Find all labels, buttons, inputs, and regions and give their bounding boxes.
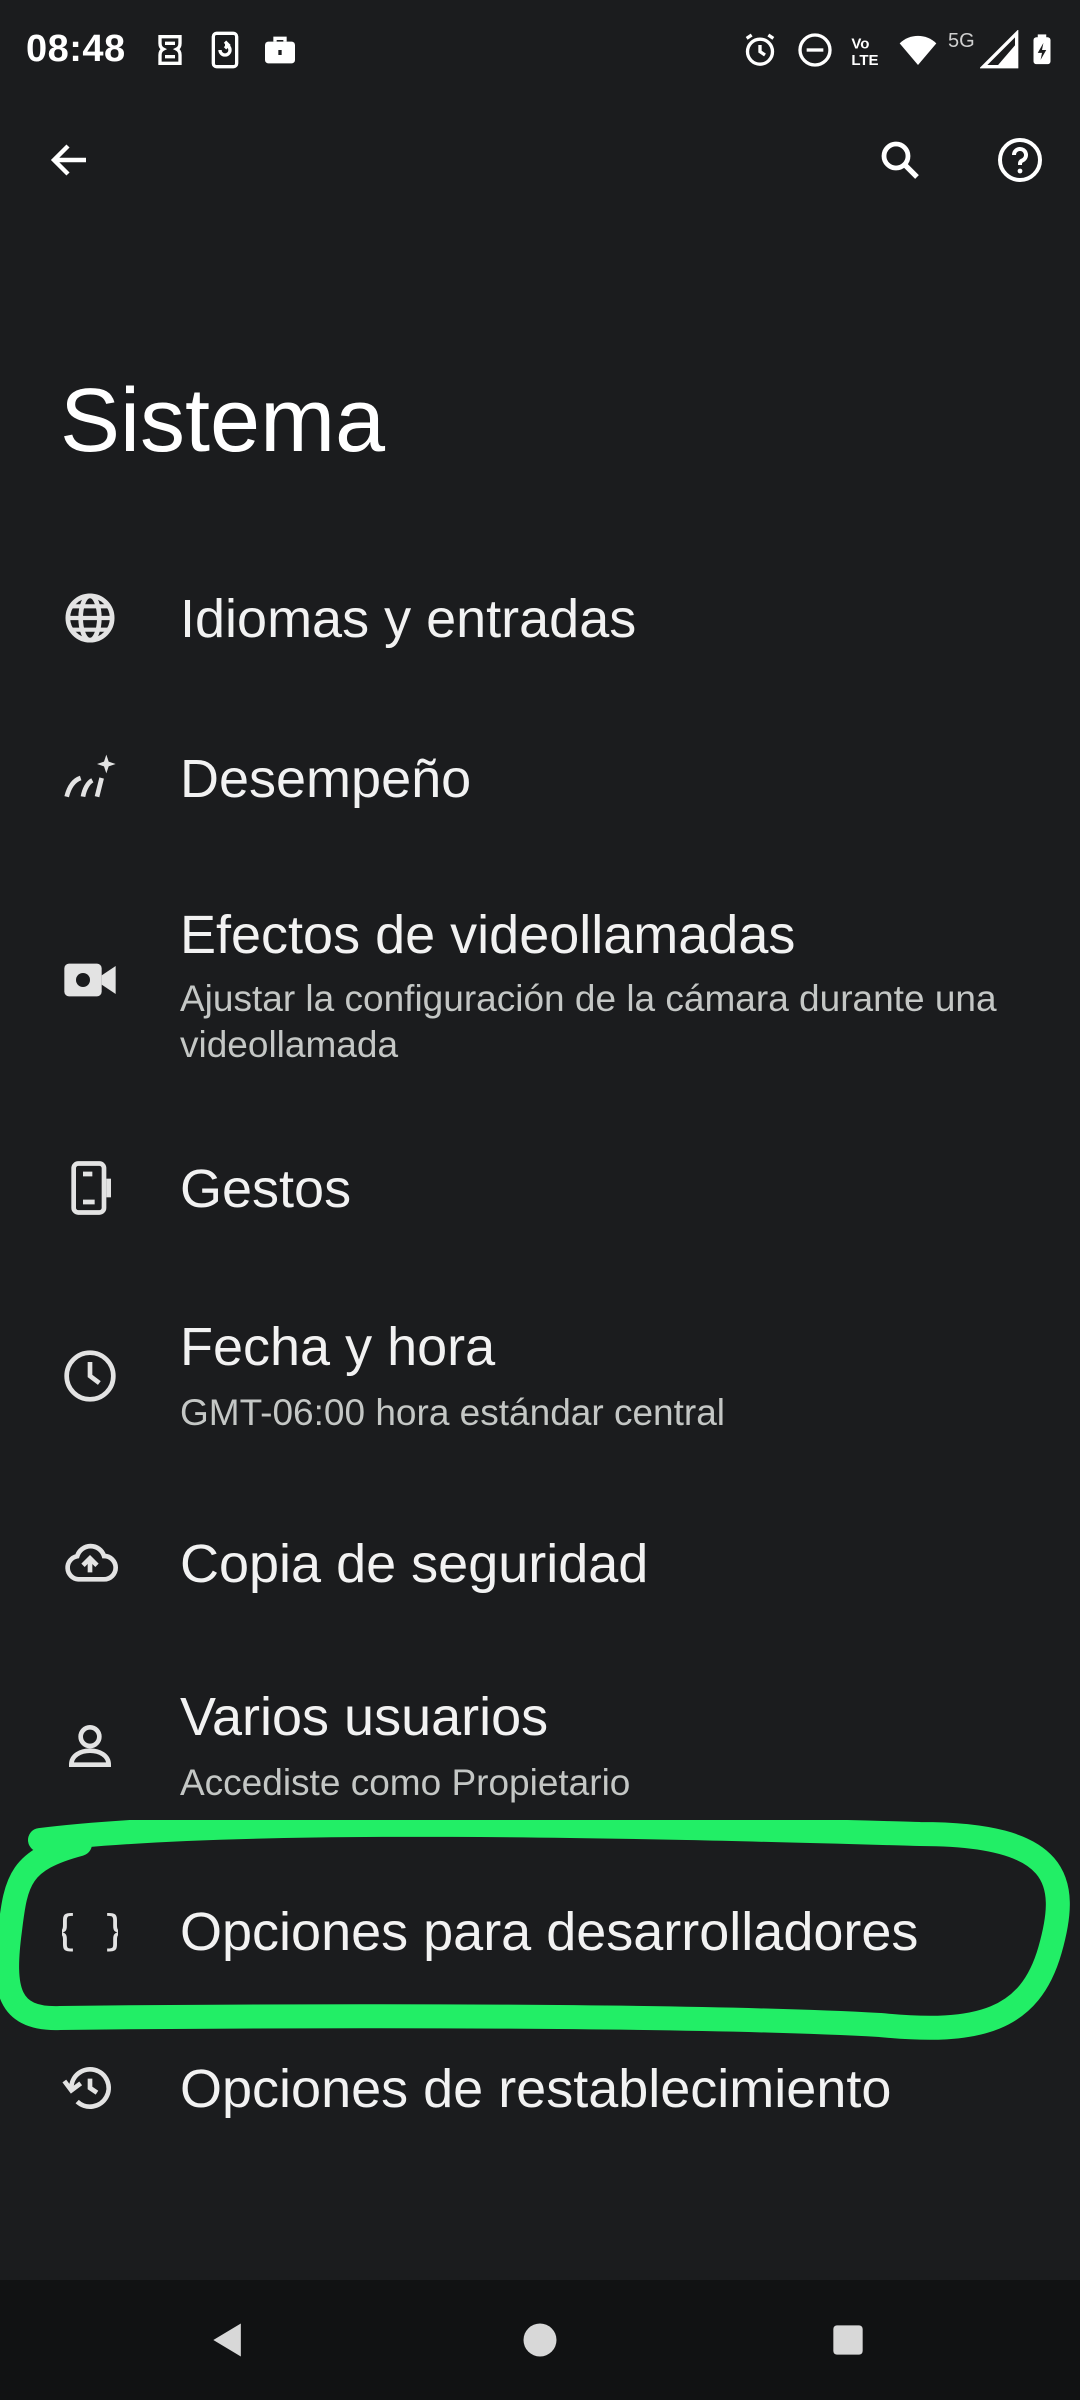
search-button[interactable]: [860, 120, 940, 200]
briefcase-icon: [260, 30, 300, 70]
settings-item-title: Gestos: [180, 1159, 352, 1219]
performance-icon: [56, 744, 124, 812]
nav-recents-button[interactable]: [808, 2300, 888, 2380]
settings-item-title: Idiomas y entradas: [180, 589, 637, 649]
nav-home-button[interactable]: [500, 2300, 580, 2380]
settings-item-backup[interactable]: Copia de seguridad: [0, 1505, 1080, 1625]
back-button[interactable]: [30, 120, 110, 200]
svg-text:LTE: LTE: [851, 52, 878, 69]
settings-item-gestures[interactable]: Gestos: [0, 1130, 1080, 1250]
settings-item-title: Opciones de restablecimiento: [180, 2059, 892, 2119]
status-bar: 08:48 Vo LTE 5G: [0, 0, 1080, 100]
network-type-label: 5G: [948, 30, 975, 52]
navigation-bar: [0, 2280, 1080, 2400]
restore-icon: [56, 2054, 124, 2122]
nav-recents-icon: [833, 2325, 863, 2355]
do-not-disturb-icon: [795, 30, 835, 70]
nav-back-icon: [213, 2323, 241, 2357]
settings-item-multiple-users[interactable]: Varios usuarios Accediste como Propietar…: [0, 1660, 1080, 1830]
braces-icon: { }: [56, 1897, 124, 1965]
settings-item-subtitle: Ajustar la configuración de la cámara du…: [180, 978, 997, 1065]
nav-back-button[interactable]: [188, 2300, 268, 2380]
signal-icon: [980, 30, 1020, 70]
settings-item-performance[interactable]: Desempeño: [0, 720, 1080, 840]
phone-gesture-icon: [56, 1154, 124, 1222]
settings-item-reset-options[interactable]: Opciones de restablecimiento: [0, 2030, 1080, 2150]
settings-item-subtitle: Accediste como Propietario: [180, 1762, 631, 1803]
alarm-icon: [740, 30, 780, 70]
page-title: Sistema: [60, 371, 386, 471]
nav-home-icon: [523, 2323, 557, 2357]
cloud-upload-icon: [56, 1529, 124, 1597]
person-icon: [56, 1712, 124, 1780]
svg-text:{ }: { }: [62, 1906, 118, 1955]
settings-item-title: Desempeño: [180, 749, 472, 809]
settings-item-date-time[interactable]: Fecha y hora GMT-06:00 hora estándar cen…: [0, 1290, 1080, 1460]
settings-item-developer-options[interactable]: { } Opciones para desarrolladores: [0, 1873, 1080, 1993]
video-camera-icon: [56, 946, 124, 1014]
top-app-bar: [0, 120, 1080, 200]
settings-item-subtitle: GMT-06:00 hora estándar central: [180, 1392, 726, 1433]
svg-text:Vo: Vo: [851, 35, 869, 52]
settings-item-title: Opciones para desarrolladores: [180, 1902, 919, 1962]
volte-icon: Vo LTE: [848, 30, 888, 70]
settings-item-title: Fecha y hora: [180, 1317, 496, 1377]
status-time: 08:48: [26, 28, 126, 70]
settings-item-video-effects[interactable]: Efectos de videollamadas Ajustar la conf…: [0, 880, 1080, 1080]
help-icon: [998, 138, 1042, 182]
face-unlock-icon: [150, 30, 190, 70]
settings-item-title: Copia de seguridad: [180, 1534, 649, 1594]
help-button[interactable]: [980, 120, 1060, 200]
back-arrow-icon: [50, 144, 86, 176]
globe-icon: [56, 584, 124, 652]
settings-item-title: Efectos de videollamadas: [180, 905, 796, 965]
wifi-icon: [898, 30, 938, 70]
settings-item-title: Varios usuarios: [180, 1687, 549, 1747]
search-icon: [881, 141, 919, 179]
screen: 08:48 Vo LTE 5G Sistema Idiomas y entrad…: [0, 0, 1080, 2400]
clock-icon: [56, 1342, 124, 1410]
battery-icon: [1025, 30, 1059, 70]
phone-sync-icon: [205, 30, 245, 70]
settings-item-languages[interactable]: Idiomas y entradas: [0, 560, 1080, 680]
